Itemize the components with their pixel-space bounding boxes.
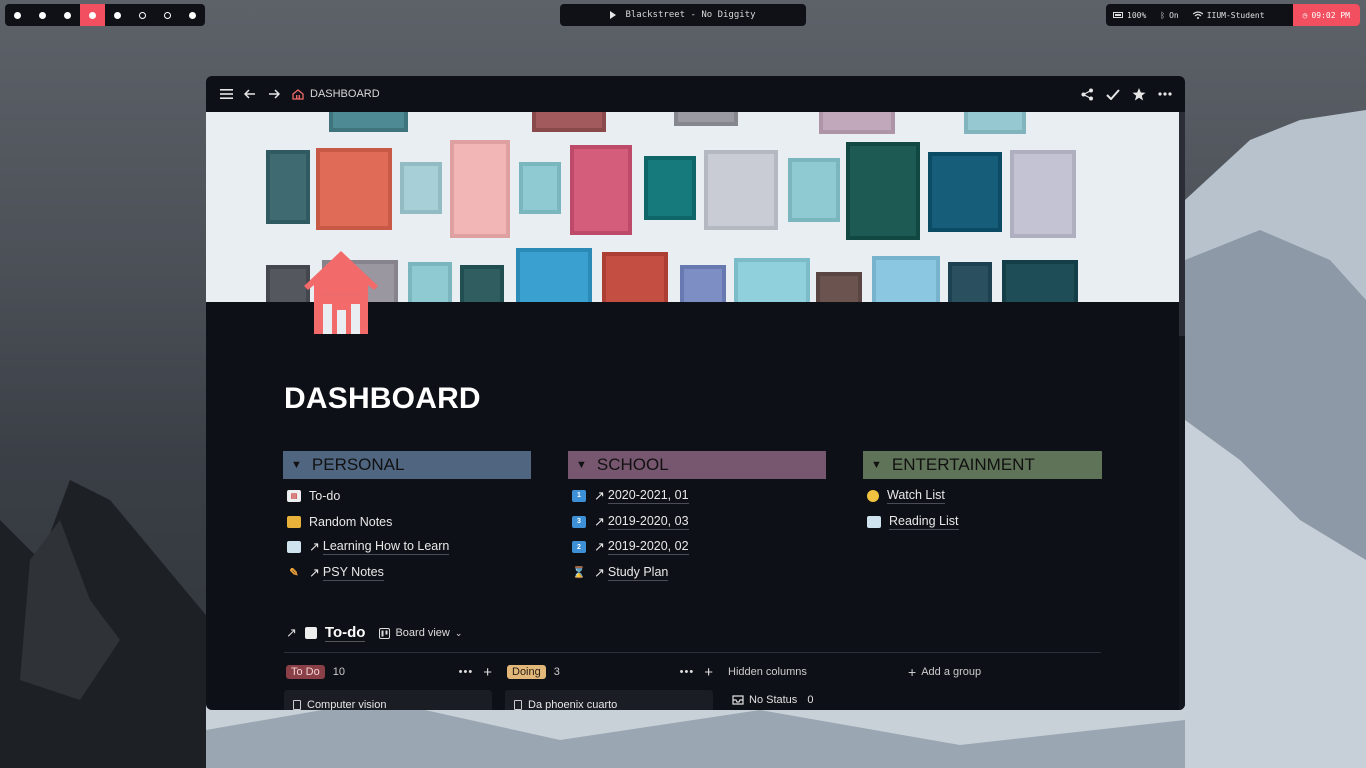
hidden-columns-label: Hidden columns (728, 666, 807, 678)
column-count: 3 (553, 666, 560, 678)
keycap-2-icon: 2 (572, 541, 586, 554)
check-icon[interactable] (1105, 86, 1121, 102)
page-title: DASHBOARD (284, 382, 481, 415)
status-tag: Doing (507, 665, 546, 679)
section-toggle-entertainment[interactable]: ▼ ENTERTAINMENT (863, 451, 1102, 479)
column-count: 10 (332, 666, 345, 678)
notebook-icon (287, 515, 301, 528)
scrollbar[interactable] (1179, 112, 1185, 710)
link-arrow-icon: ↗ (309, 564, 320, 580)
link-arrow-icon: ↗ (594, 487, 605, 503)
link-arrow-icon: ↗ (594, 564, 605, 580)
share-icon[interactable] (1079, 86, 1095, 102)
section-entertainment: ▼ ENTERTAINMENT Watch List Reading List (863, 451, 1102, 534)
clock-icon: ◷ (1302, 10, 1308, 20)
bluetooth-status[interactable]: ᛒ On (1153, 4, 1185, 26)
home-icon (292, 88, 304, 100)
more-icon[interactable]: ••• (459, 666, 474, 678)
chevron-down-icon: ⌄ (454, 627, 463, 638)
workspace-7[interactable] (155, 4, 180, 26)
list-item[interactable]: 3 ↗ 2019-2020, 03 (568, 509, 826, 535)
breadcrumb[interactable]: DASHBOARD (292, 88, 380, 100)
list-item[interactable]: 1 ↗ 2020-2021, 01 (568, 483, 826, 509)
wifi-status[interactable]: IIUM-Student (1186, 4, 1272, 26)
play-icon[interactable] (610, 11, 617, 19)
document-icon (293, 700, 301, 710)
workspace-4-active[interactable] (80, 4, 105, 26)
more-icon[interactable] (1157, 86, 1173, 102)
clock[interactable]: ◷ 09:02 PM (1292, 4, 1360, 26)
document-icon (514, 700, 522, 710)
list-item[interactable]: Random Notes (283, 509, 531, 535)
board-column-header: To Do 10 ••• + (286, 664, 492, 681)
section-school: ▼ SCHOOL 1 ↗ 2020-2021, 01 3 ↗ 2019-2020… (568, 451, 826, 586)
notion-window: DASHBOARD DASHBOARD ▼ PERSONAL ▤ To-do R… (206, 76, 1185, 710)
keycap-3-icon: 3 (572, 515, 586, 528)
link-arrow-icon: ↗ (594, 539, 605, 555)
board-title[interactable]: To-do (324, 624, 366, 642)
status-tag: To Do (286, 665, 325, 679)
no-status-column[interactable]: No Status 0 (732, 692, 813, 708)
triangle-down-icon: ▼ (291, 459, 302, 471)
breadcrumb-label: DASHBOARD (310, 88, 380, 100)
inbox-icon (732, 695, 744, 705)
book-icon (867, 515, 881, 528)
star-icon[interactable] (1131, 86, 1147, 102)
more-icon[interactable]: ••• (680, 666, 695, 678)
menu-icon[interactable] (218, 86, 234, 102)
section-toggle-school[interactable]: ▼ SCHOOL (568, 451, 826, 479)
keycap-1-icon: 1 (572, 489, 586, 502)
workspace-2[interactable] (30, 4, 55, 26)
wifi-icon (1192, 11, 1203, 19)
pencil-icon: ✎ (289, 567, 299, 580)
workspace-5[interactable] (105, 4, 130, 26)
plus-icon[interactable]: + (704, 664, 713, 681)
board-card[interactable]: Da phoenix cuarto (505, 690, 713, 710)
list-item[interactable]: Reading List (863, 509, 1102, 535)
triangle-down-icon: ▼ (871, 459, 882, 471)
board-column-header: Doing 3 ••• + (507, 664, 713, 681)
popcorn-icon (867, 489, 879, 502)
list-item[interactable]: 2 ↗ 2019-2020, 02 (568, 534, 826, 560)
battery-icon (1113, 12, 1123, 18)
triangle-down-icon: ▼ (576, 459, 587, 471)
workspace-switcher (5, 4, 205, 26)
workspace-3[interactable] (55, 4, 80, 26)
board-card[interactable]: Computer vision (284, 690, 492, 710)
system-status: 100% ᛒ On IIUM-Student ◷ 09:02 PM (1106, 4, 1360, 26)
add-group-button[interactable]: + Add a group (908, 664, 981, 680)
list-item[interactable]: ↗ Learning How to Learn (283, 534, 531, 560)
section-toggle-personal[interactable]: ▼ PERSONAL (283, 451, 531, 479)
page-home-icon[interactable] (296, 248, 378, 340)
board-view-selector[interactable]: Board view ⌄ (379, 627, 462, 639)
bluetooth-icon: ᛒ (1160, 10, 1166, 20)
window-header: DASHBOARD (206, 76, 1185, 112)
list-item[interactable]: ⌛ ↗ Study Plan (568, 560, 826, 586)
link-arrow-icon: ↗ (309, 539, 320, 555)
board-view-icon (379, 627, 391, 639)
workspace-8[interactable] (180, 4, 205, 26)
now-playing-widget[interactable]: Blackstreet - No Diggity (560, 4, 806, 26)
battery-status: 100% (1106, 4, 1153, 26)
hourglass-icon: ⌛ (572, 567, 586, 580)
book-icon (287, 541, 301, 554)
link-arrow-icon: ↗ (594, 513, 605, 529)
list-item[interactable]: Watch List (863, 483, 1102, 509)
board-header: ↗ To-do Board view ⌄ (286, 624, 462, 642)
divider (284, 652, 1101, 653)
plus-icon: + (908, 664, 917, 680)
now-playing-title: Blackstreet - No Diggity (625, 10, 756, 20)
section-personal: ▼ PERSONAL ▤ To-do Random Notes ↗ Learni… (283, 451, 531, 586)
forward-icon[interactable] (266, 86, 282, 102)
workspace-1[interactable] (5, 4, 30, 26)
list-item[interactable]: ▤ To-do (283, 483, 531, 509)
list-item[interactable]: ✎ ↗ PSY Notes (283, 560, 531, 586)
clipboard-icon: ▤ (287, 489, 301, 502)
plus-icon[interactable]: + (483, 664, 492, 681)
clipboard-icon (304, 627, 317, 639)
workspace-6[interactable] (130, 4, 155, 26)
back-icon[interactable] (242, 86, 258, 102)
link-arrow-icon[interactable]: ↗ (286, 625, 297, 641)
